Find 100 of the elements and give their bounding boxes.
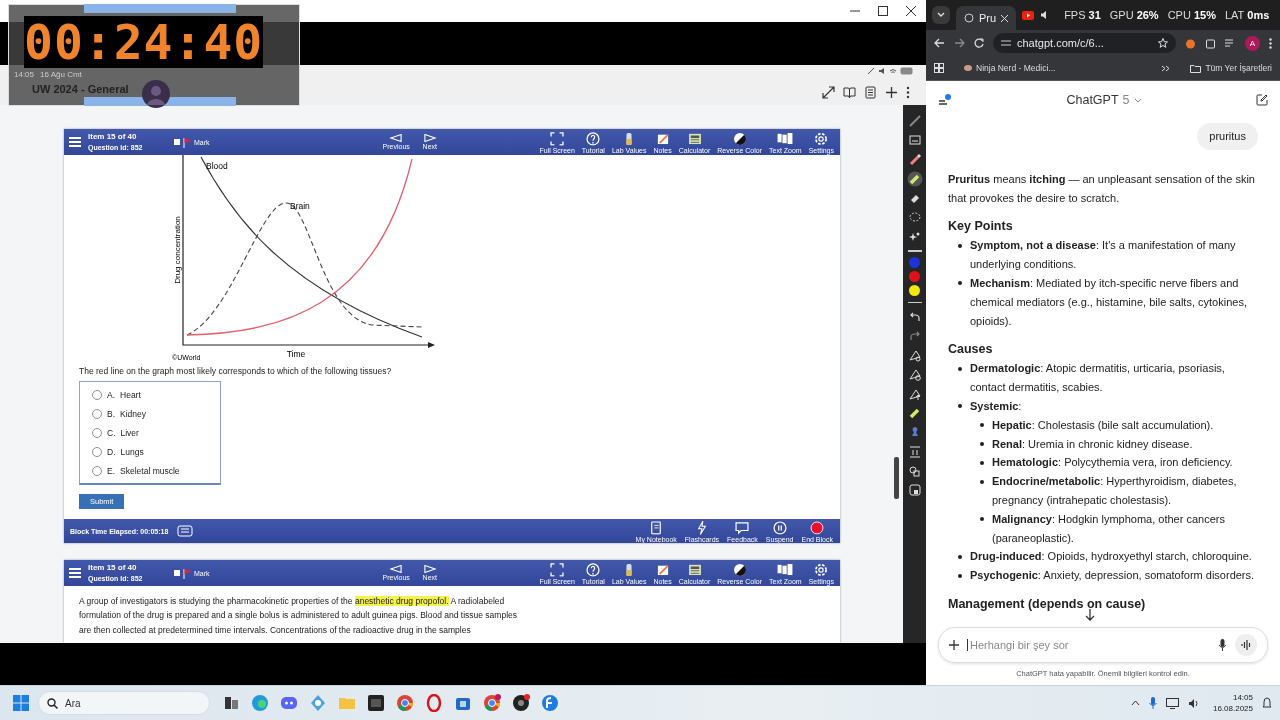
bullet-point [980,479,984,484]
tune-icon [1001,39,1011,47]
scrollbar-thumb[interactable] [894,457,899,499]
item-counter: Item 15 of 40 [88,562,138,573]
book-icon[interactable] [843,86,856,99]
bookmark-link[interactable]: Ninja Nerd - Medici... [964,63,1056,73]
calculator-icon[interactable] [177,525,194,537]
message-input[interactable]: Herhangi bir şey sor [938,627,1268,663]
monitor-icon[interactable] [1165,697,1179,709]
new-chat-icon[interactable] [1256,94,1268,106]
back-icon[interactable] [934,38,945,48]
radio-button[interactable] [92,427,102,438]
bullet-point [958,404,962,409]
list-item-text: Symptom, not a disease: It's a manifestation of many underlying conditions. [970,238,1237,273]
extension-icon[interactable] [1185,37,1196,49]
taskbar-search[interactable]: Ara [38,691,210,715]
browser-tab[interactable]: Pru [956,6,1017,30]
more-icon[interactable] [906,86,910,99]
answer-option[interactable]: C. Liver [80,423,220,442]
item-counter: Item 15 of 40 [88,131,138,142]
reload-icon[interactable] [974,38,984,48]
search-icon [47,697,58,709]
metric-value: 26% [1136,9,1159,21]
tab-menu-button[interactable] [932,6,950,24]
axis-label: Time [286,349,306,359]
mark-checkbox[interactable] [174,139,180,145]
answer-option[interactable]: A. Heart [80,385,220,404]
chevron-up-icon[interactable] [1130,700,1140,706]
bullet-point [958,573,962,578]
chat-app-icon[interactable] [280,694,298,712]
chrome-icon[interactable] [483,694,501,712]
volume-icon[interactable] [1187,697,1200,709]
address-bar[interactable]: chatgpt.com/c/6... [993,33,1176,53]
ring-icon[interactable] [425,694,443,712]
color-swatch[interactable] [909,285,920,297]
playlist-icon[interactable] [1225,38,1236,48]
answer-option[interactable]: E. Skeletal muscle [80,461,220,480]
voice-button[interactable] [1235,634,1257,656]
network-icon[interactable] [309,694,327,712]
color-swatch[interactable] [909,256,920,268]
flag-icon [183,567,191,579]
answer-option[interactable]: B. Kidney [80,404,220,423]
document-icon[interactable] [864,86,877,99]
highlighter-icon[interactable] [906,170,923,187]
swirl-icon[interactable] [541,694,559,712]
model-selector[interactable]: ChatGPT 5 [1066,93,1142,107]
list-item-text: Mechanism: Mediated by itch-specific nerve fibers and chemical mediators (e.g., histamine, bile salts, cytokines, opioids). [970,276,1248,329]
apps-icon[interactable] [934,63,944,73]
answer-option[interactable]: D. Lungs [80,442,220,461]
maximize-icon[interactable] [878,6,888,16]
radio-button[interactable] [92,465,102,476]
bookmarks-folder[interactable]: Tüm Yer İşaretleri [1190,63,1272,73]
stop-icon [809,519,825,535]
mark-checkbox[interactable] [174,570,180,576]
list-item-text: Hepatic: Cholestasis (bile salt accumulation). [992,417,1215,433]
metric-value: 0ms [1247,9,1270,21]
help-icon [585,130,602,146]
pen-tablet-icon[interactable] [367,694,385,712]
more-icon[interactable] [1269,37,1272,49]
expand-icon[interactable] [822,86,835,99]
sidebar-icon[interactable] [938,94,952,106]
down-arrow-icon[interactable] [1085,609,1095,621]
bullet-point [958,366,962,371]
profile-avatar[interactable]: A [1245,35,1260,51]
radio-button[interactable] [92,389,102,400]
metric-label: CPU [1167,9,1191,21]
menu-icon[interactable] [68,567,82,579]
user-message: pruritus [1197,123,1258,150]
date-text: 16 Ağu Cmt [40,70,82,79]
plus-icon[interactable] [885,86,898,99]
chrome-icon[interactable] [396,694,414,712]
chevrons-icon[interactable] [1161,64,1171,72]
radio-button[interactable] [92,446,102,457]
star-icon[interactable] [1158,38,1168,48]
text-size-icon [777,130,793,146]
recorder-icon[interactable] [512,694,530,712]
puzzle-icon[interactable] [1205,37,1216,49]
notification-icon[interactable] [1262,697,1272,709]
start-icon[interactable] [12,694,30,712]
list-item-text: Drug-induced: Opioids, hydroxyethyl starch, chloroquine. [970,549,1253,565]
close-icon[interactable] [906,6,916,16]
browser-icon[interactable] [251,694,269,712]
menu-icon[interactable] [68,136,82,148]
lock-icon[interactable] [906,482,923,499]
color-swatch[interactable] [909,271,920,283]
taskbar-clock[interactable]: 14:05 16.08.2025 [1212,692,1253,714]
mute-icon [878,67,886,75]
left-triangle-icon [389,133,403,143]
microphone-icon[interactable] [1218,639,1227,651]
radio-button[interactable] [92,408,102,419]
window-icon[interactable] [222,694,240,712]
list-item-text: Renal: Uremia in chronic kidney disease. [992,436,1194,452]
forward-icon[interactable] [954,38,965,48]
video-icon[interactable] [1022,10,1035,20]
plus-icon[interactable] [949,640,959,650]
fullscreen-icon [549,130,565,146]
curve-label: Brain [290,201,310,211]
settings-icon [813,130,829,146]
flag-icon [183,136,191,148]
axis-label: Drug concentration [173,216,182,284]
